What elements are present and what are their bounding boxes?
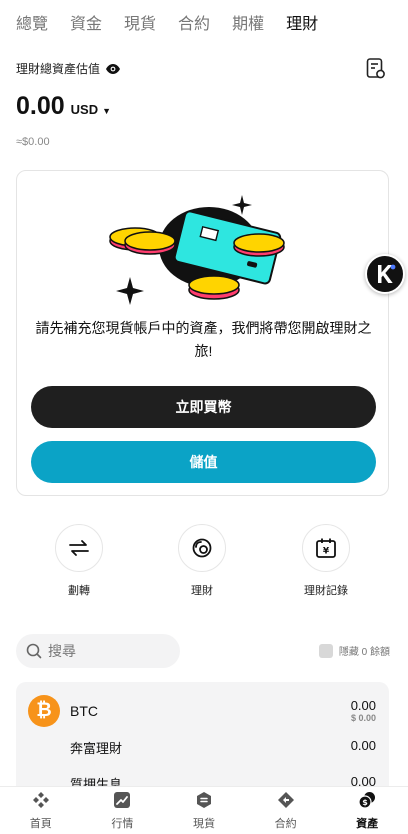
- tab-overview[interactable]: 總覽: [16, 10, 48, 34]
- earn-records-label: 理財記錄: [304, 585, 348, 597]
- k-logo-icon: [378, 264, 396, 283]
- search-icon: [26, 643, 42, 659]
- coin-usd-value: $ 0.00: [350, 713, 376, 723]
- nav-spot-label: 現貨: [192, 818, 215, 830]
- tab-options[interactable]: 期權: [232, 10, 264, 34]
- hide-zero-balance-toggle[interactable]: 隱藏 0 餘額: [318, 643, 390, 658]
- svg-text:¥: ¥: [323, 547, 330, 557]
- asset-valuation-label: 理財總資產估值: [16, 62, 101, 76]
- transfer-label: 劃轉: [68, 585, 90, 597]
- nav-markets[interactable]: 行情: [82, 787, 164, 834]
- quick-action-earn[interactable]: 理財: [152, 524, 252, 598]
- svg-text:$: $: [362, 798, 368, 807]
- spot-icon: [196, 792, 211, 808]
- buy-crypto-button[interactable]: 立即買幣: [31, 386, 376, 428]
- earn-button[interactable]: [178, 524, 226, 572]
- bottom-nav: 首頁 行情 現貨 合約 $ 資產: [0, 786, 408, 834]
- eye-icon[interactable]: [106, 63, 121, 74]
- nav-futures[interactable]: 合約: [245, 787, 327, 834]
- statement-icon[interactable]: [366, 58, 386, 80]
- top-tab-bar: 總覽 資金 現貨 合約 期權 理財: [0, 0, 408, 44]
- search-input[interactable]: 搜尋: [16, 634, 180, 668]
- sub-row-label: 奔富理財: [70, 741, 123, 756]
- tab-spot[interactable]: 現貨: [124, 10, 156, 34]
- futures-icon: [277, 792, 294, 808]
- earn-icon: [192, 538, 212, 558]
- empty-state-message: 請先補充您現貨帳戶中的資產，我們將帶您開啟理財之旅!: [35, 320, 372, 359]
- currency-selector[interactable]: USD: [71, 102, 98, 117]
- btc-coin-icon: ₿: [28, 695, 60, 727]
- hide-zero-checkbox[interactable]: [318, 643, 333, 658]
- home-diamond-icon: [32, 792, 49, 808]
- floating-k-button[interactable]: [365, 254, 405, 294]
- asset-valuation-label-row: 理財總資產估值: [16, 60, 121, 77]
- tab-earn[interactable]: 理財: [286, 10, 318, 34]
- quick-action-transfer[interactable]: 劃轉: [29, 524, 129, 598]
- sub-row-value: 0.00: [350, 738, 376, 753]
- nav-home[interactable]: 首頁: [0, 787, 82, 834]
- coin-name[interactable]: BTC: [70, 703, 98, 719]
- asset-list-card: ₿ BTC 0.00 $ 0.00 奔富理財 0.00 質押生息 0.00: [16, 682, 389, 802]
- tab-funding[interactable]: 資金: [70, 10, 102, 34]
- quick-action-earn-records[interactable]: ¥ 理財記錄: [276, 524, 376, 598]
- chart-icon: [114, 792, 131, 808]
- search-placeholder: 搜尋: [48, 643, 76, 659]
- wallet-coins-illustration: [109, 195, 285, 305]
- empty-state-card: 請先補充您現貨帳戶中的資產，我們將帶您開啟理財之旅! 立即買幣 儲值: [16, 170, 389, 496]
- hide-zero-label: 隱藏 0 餘額: [338, 647, 390, 658]
- total-balance: 0.00: [16, 92, 65, 120]
- nav-home-label: 首頁: [29, 818, 52, 830]
- transfer-icon: [69, 540, 89, 556]
- transfer-button[interactable]: [55, 524, 103, 572]
- deposit-button[interactable]: 儲值: [31, 441, 376, 483]
- nav-spot[interactable]: 現貨: [163, 787, 245, 834]
- coin-amount: 0.00: [350, 698, 376, 713]
- calendar-yen-icon: ¥: [316, 538, 336, 558]
- caret-down-icon[interactable]: ▼: [102, 106, 111, 116]
- wallet-coins-icon: $: [358, 792, 376, 809]
- nav-assets[interactable]: $ 資產: [326, 787, 408, 834]
- nav-markets-label: 行情: [111, 818, 134, 830]
- earn-records-button[interactable]: ¥: [302, 524, 350, 572]
- quick-actions: 劃轉 理財 ¥ 理財記錄: [0, 524, 408, 604]
- nav-futures-label: 合約: [274, 818, 297, 830]
- tab-futures[interactable]: 合約: [178, 10, 210, 34]
- earn-label: 理財: [191, 585, 213, 597]
- approx-value: ≈$0.00: [16, 136, 50, 148]
- nav-assets-label: 資產: [356, 818, 379, 830]
- balance-row: 0.00 USD ▼: [16, 92, 111, 121]
